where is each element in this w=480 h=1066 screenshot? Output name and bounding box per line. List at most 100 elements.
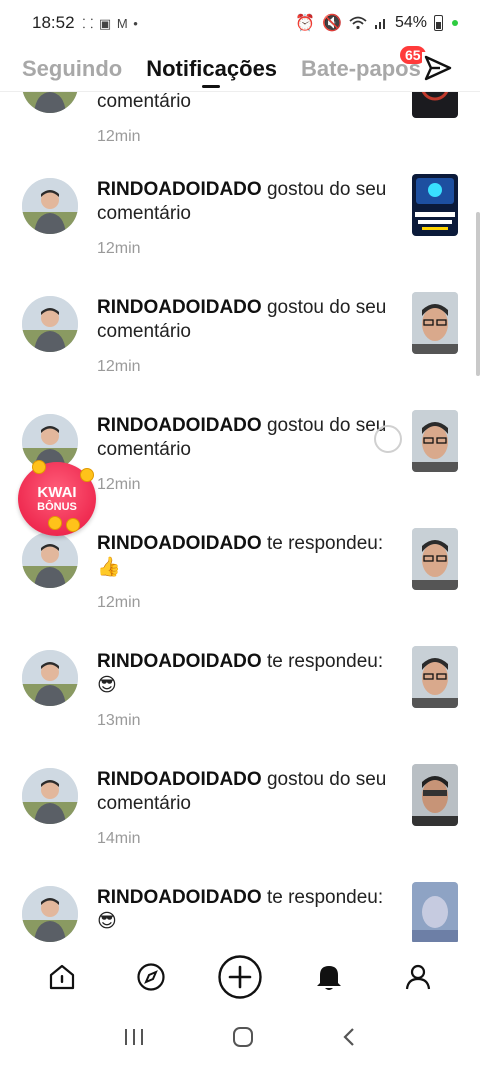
status-left: 18:52 ⸬ ▣ M • (32, 13, 139, 33)
post-thumbnail[interactable] (412, 646, 458, 708)
notification-action: gostou do seu (266, 769, 387, 790)
alarm-icon: ⏰ (295, 15, 316, 32)
nav-discover-button[interactable] (127, 953, 175, 1001)
kwai-bonus-title: KWAI (37, 483, 77, 501)
notification-action: te respondeu: (266, 651, 384, 672)
post-thumbnail[interactable] (412, 882, 458, 942)
notification-line1: RINDOADOIDADO gostou do seu (97, 768, 397, 792)
home-circle-icon (232, 1026, 253, 1047)
avatar[interactable] (22, 178, 78, 234)
avatar[interactable] (22, 886, 78, 942)
notification-time: 12min (97, 594, 141, 611)
notification-text: comentário 12min (97, 92, 397, 146)
post-thumbnail[interactable] (412, 174, 458, 236)
system-home-button[interactable] (232, 1026, 254, 1053)
kwai-bonus-button[interactable]: KWAI BÔNUS (18, 460, 96, 536)
avatar[interactable] (22, 532, 78, 588)
username[interactable]: RINDOADOIDADO (97, 415, 262, 436)
notification-second-line: comentário (97, 92, 191, 112)
bottom-nav (0, 942, 480, 1012)
system-nav-bar (0, 1012, 480, 1066)
tab-seguindo[interactable]: Seguindo (22, 56, 122, 82)
notification-action: gostou do seu (266, 415, 387, 436)
post-thumbnail[interactable] (412, 410, 458, 472)
username[interactable]: RINDOADOIDADO (97, 651, 262, 672)
nav-home-button[interactable] (38, 953, 86, 1001)
notification-item[interactable]: RINDOADOIDADO te respondeu: 😎 (0, 878, 480, 942)
notification-line1: RINDOADOIDADO gostou do seu (97, 178, 397, 202)
notification-item[interactable]: RINDOADOIDADO te respondeu: 😎 13min (0, 642, 480, 760)
notification-second-line: comentário (97, 793, 191, 814)
notification-line1: RINDOADOIDADO te respondeu: (97, 532, 397, 556)
discover-icon (137, 963, 165, 991)
notification-time: 12min (97, 240, 141, 257)
post-thumbnail[interactable] (412, 528, 458, 590)
notification-action: te respondeu: (266, 533, 384, 554)
notification-second-line: 😎 (97, 911, 117, 932)
status-time: 18:52 (32, 13, 75, 32)
notification-text: RINDOADOIDADO te respondeu: 👍 12min (97, 532, 397, 612)
notification-second-line: 😎 (97, 675, 117, 696)
notification-item[interactable]: comentário 12min (0, 92, 480, 180)
kwai-bonus-subtitle: BÔNUS (37, 500, 77, 513)
username[interactable]: RINDOADOIDADO (97, 769, 262, 790)
privacy-dot-icon (452, 20, 458, 26)
notification-time: 12min (97, 358, 141, 375)
send-button[interactable] (422, 52, 454, 84)
recent-apps-button[interactable] (123, 1027, 145, 1052)
wifi-icon (349, 16, 367, 30)
notification-line1: RINDOADOIDADO te respondeu: (97, 886, 397, 910)
notification-second-line: comentário (97, 203, 191, 224)
avatar[interactable] (22, 296, 78, 352)
coin-icon (32, 460, 46, 474)
username[interactable]: RINDOADOIDADO (97, 297, 262, 318)
avatar[interactable] (22, 768, 78, 824)
system-back-button[interactable] (341, 1026, 357, 1053)
notification-item[interactable]: RINDOADOIDADO gostou do seu comentário 1… (0, 288, 480, 406)
notification-text: RINDOADOIDADO gostou do seu comentário 1… (97, 414, 397, 494)
create-icon (218, 955, 262, 999)
notification-line1: RINDOADOIDADO gostou do seu (97, 414, 397, 438)
avatar[interactable] (22, 92, 78, 113)
notification-action: gostou do seu (266, 297, 387, 318)
notification-item[interactable]: RINDOADOIDADO gostou do seu comentário 1… (0, 760, 480, 878)
scrollbar[interactable] (476, 212, 480, 376)
nav-profile-button[interactable] (394, 953, 442, 1001)
post-thumbnail[interactable] (412, 764, 458, 826)
username[interactable]: RINDOADOIDADO (97, 179, 262, 200)
notification-action: te respondeu: (266, 887, 384, 908)
send-icon (424, 55, 452, 81)
notification-item[interactable]: RINDOADOIDADO te respondeu: 👍 12min (0, 524, 480, 642)
notification-item[interactable]: RINDOADOIDADO gostou do seu comentário 1… (0, 170, 480, 288)
notification-second-line: comentário (97, 439, 191, 460)
recent-apps-icon (125, 1028, 144, 1045)
nav-create-button[interactable] (216, 953, 264, 1001)
avatar[interactable] (22, 650, 78, 706)
home-icon (50, 964, 75, 990)
post-thumbnail[interactable] (412, 92, 458, 118)
nav-notifications-button[interactable] (305, 953, 353, 1001)
signal-icon (374, 19, 385, 29)
notifications-bell-icon (316, 966, 341, 990)
notification-text: RINDOADOIDADO te respondeu: 😎 13min (97, 650, 397, 730)
notification-text: RINDOADOIDADO gostou do seu comentário 1… (97, 178, 397, 258)
notification-status-icons: ⸬ ▣ M • (82, 16, 139, 31)
coin-icon (66, 518, 80, 532)
coin-icon (80, 468, 94, 482)
notification-text: RINDOADOIDADO gostou do seu comentário 1… (97, 296, 397, 376)
notification-line1: RINDOADOIDADO gostou do seu (97, 296, 397, 320)
back-icon (343, 1027, 354, 1046)
notification-time: 14min (97, 830, 141, 847)
post-thumbnail[interactable] (412, 292, 458, 354)
profile-icon (405, 964, 430, 990)
username[interactable]: RINDOADOIDADO (97, 887, 262, 908)
notification-action: gostou do seu (266, 179, 387, 200)
notification-line1: RINDOADOIDADO te respondeu: (97, 650, 397, 674)
tab-notificacoes[interactable]: Notificações (146, 56, 277, 88)
status-bar: 18:52 ⸬ ▣ M • ⏰ 🔇 54% (0, 0, 480, 46)
loading-spinner-icon (374, 425, 402, 453)
notification-time: 12min (97, 476, 141, 493)
notification-text: RINDOADOIDADO te respondeu: 😎 (97, 886, 397, 934)
mute-icon: 🔇 (322, 15, 342, 32)
username[interactable]: RINDOADOIDADO (97, 533, 262, 554)
